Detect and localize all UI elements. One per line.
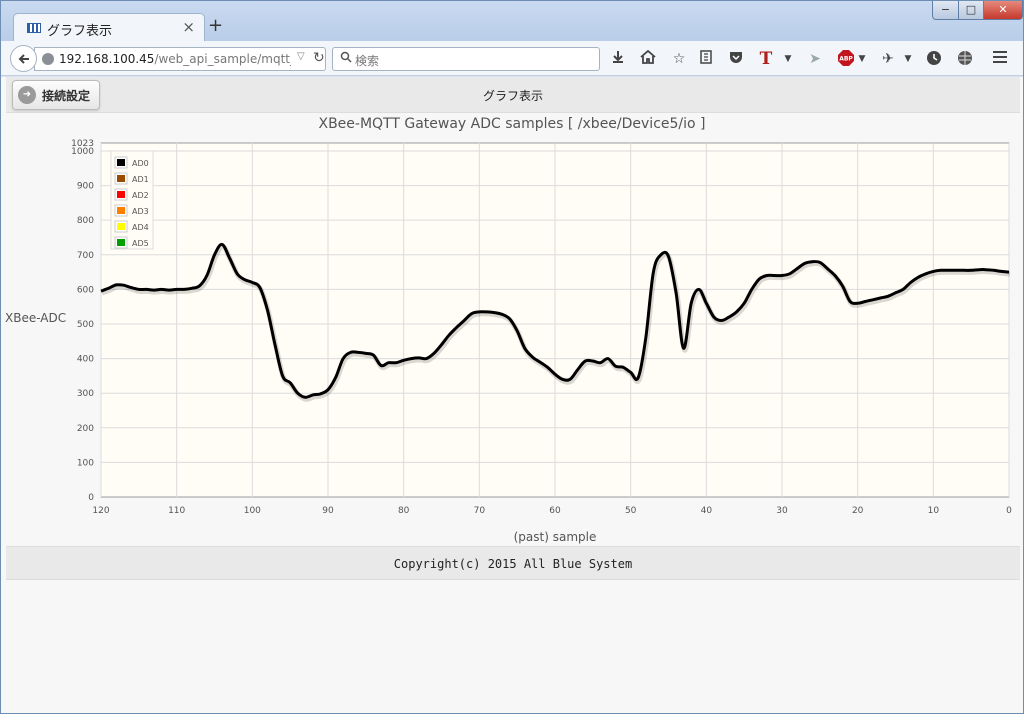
back-arrow-icon: [18, 54, 29, 64]
legend-label-ad1: AD1: [132, 175, 149, 184]
y-tick-label: 900: [77, 182, 94, 192]
connection-settings-label: 接続設定: [42, 89, 91, 103]
x-tick-label: 40: [701, 506, 713, 516]
menu-hamburger-icon[interactable]: [991, 50, 1009, 68]
url-path: /web_api_sample/mqtt_xbee_: [154, 52, 291, 66]
y-tick-label: 100: [77, 458, 94, 468]
page-footer: Copyright(c) 2015 All Blue System: [6, 546, 1020, 580]
tab-close-icon[interactable]: ×: [182, 18, 195, 36]
x-tick-label: 90: [322, 506, 334, 516]
page-header: グラフ表示 ➜ 接続設定: [6, 77, 1020, 113]
tab-bar: グラフ表示 × + − □ ✕: [1, 1, 1023, 42]
y-tick-label: 0: [88, 493, 94, 503]
window-minimize-button[interactable]: −: [932, 1, 959, 20]
window-maximize-button[interactable]: □: [958, 1, 984, 20]
copyright-text: Copyright(c) 2015 All Blue System: [393, 557, 633, 571]
x-tick-label: 50: [625, 506, 637, 516]
arrow-right-circle-icon: ➜: [18, 86, 36, 104]
y-tick-label: 800: [77, 216, 94, 226]
x-tick-label: 0: [1006, 506, 1012, 516]
reload-icon[interactable]: ↻: [313, 50, 325, 66]
x-tick-label: 120: [92, 506, 109, 516]
bookmarks-list-icon[interactable]: [697, 50, 715, 68]
window-close-button[interactable]: ✕: [983, 1, 1023, 20]
page-content: グラフ表示 ➜ 接続設定 XBee-MQTT Gateway ADC sampl…: [1, 77, 1023, 713]
send-icon[interactable]: ➤: [806, 50, 824, 68]
globe-settings-icon[interactable]: [956, 50, 974, 68]
y-tick-label: 400: [77, 355, 94, 365]
y-tick-label: 300: [77, 389, 94, 399]
legend-swatch-ad4: [117, 223, 125, 230]
url-bar[interactable]: 192.168.100.45/web_api_sample/mqtt_xbee_…: [34, 47, 326, 71]
adc-line-chart: 120 110 100 90 80 70 60 50 40 30 20 10 0010020030040…: [5, 139, 1012, 544]
x-tick-label: 10: [928, 506, 940, 516]
x-tick-label: 30: [776, 506, 788, 516]
text-tool-icon[interactable]: T: [757, 50, 775, 68]
y-tick-label: 1023: [71, 139, 94, 149]
connection-settings-button[interactable]: ➜ 接続設定: [12, 80, 100, 110]
x-tick-label: 80: [398, 506, 410, 516]
download-icon[interactable]: [609, 50, 627, 68]
legend-swatch-ad1: [117, 175, 125, 182]
legend-label-ad2: AD2: [132, 191, 149, 200]
legend-swatch-ad2: [117, 191, 125, 198]
extension-icon[interactable]: ✈: [879, 50, 897, 68]
search-bar[interactable]: 検索: [332, 47, 600, 71]
url-text[interactable]: 192.168.100.45/web_api_sample/mqtt_xbee_: [59, 52, 291, 66]
history-clock-icon[interactable]: [925, 50, 943, 68]
history-dropdown-icon[interactable]: ▽: [297, 51, 305, 62]
navigation-toolbar: 192.168.100.45/web_api_sample/mqtt_xbee_…: [1, 41, 1023, 76]
chevron-down-icon[interactable]: ▼: [779, 50, 797, 68]
search-icon: [340, 51, 352, 66]
new-tab-button[interactable]: +: [208, 17, 223, 35]
y-axis-label: XBee-ADC: [5, 311, 66, 325]
legend-swatch-ad5: [117, 239, 125, 246]
legend-label-ad3: AD3: [132, 207, 149, 216]
pocket-icon[interactable]: [727, 50, 745, 68]
x-axis-label: (past) sample: [514, 530, 597, 544]
y-tick-label: 200: [77, 424, 94, 434]
page-favicon-icon: [27, 23, 41, 33]
chart-title: XBee-MQTT Gateway ADC samples [ /xbee/De…: [318, 116, 706, 132]
y-tick-label: 600: [77, 285, 94, 295]
legend-label-ad4: AD4: [132, 223, 149, 232]
chart-container: XBee-MQTT Gateway ADC samples [ /xbee/De…: [1, 113, 1023, 545]
home-icon[interactable]: [639, 49, 657, 68]
legend-swatch-ad3: [117, 207, 125, 214]
url-host: 192.168.100.45: [59, 52, 155, 66]
x-tick-label: 20: [852, 506, 864, 516]
browser-window: グラフ表示 × + − □ ✕ 192.168.100.45/web_api_s…: [0, 0, 1024, 714]
x-tick-label: 100: [244, 506, 261, 516]
svg-text:ABP: ABP: [839, 56, 853, 63]
y-tick-label: 500: [77, 320, 94, 330]
legend-swatch-ad0: [117, 159, 125, 166]
bookmark-star-icon[interactable]: ☆: [670, 50, 688, 68]
extension-menu-icon[interactable]: ▼: [899, 50, 917, 68]
tab-title: グラフ表示: [47, 24, 113, 39]
page-title: グラフ表示: [482, 89, 543, 103]
y-tick-label: 700: [77, 251, 94, 261]
x-tick-label: 70: [474, 506, 486, 516]
adblock-menu-icon[interactable]: ▼: [853, 50, 871, 68]
legend-label-ad0: AD0: [132, 159, 149, 168]
legend-label-ad5: AD5: [132, 239, 149, 248]
back-button[interactable]: [10, 45, 37, 72]
x-tick-label: 60: [549, 506, 561, 516]
tab-graph[interactable]: グラフ表示 ×: [13, 13, 205, 42]
x-tick-label: 110: [168, 506, 185, 516]
search-placeholder: 検索: [355, 54, 380, 68]
globe-icon: [42, 53, 54, 65]
